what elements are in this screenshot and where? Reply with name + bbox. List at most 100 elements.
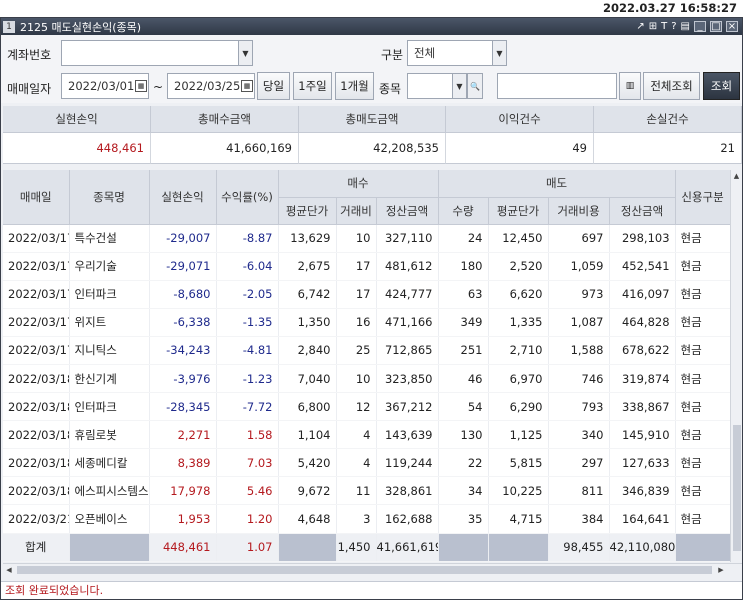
one-month-button[interactable]: 1개월 xyxy=(335,72,374,100)
cell-date: 2022/03/17 xyxy=(3,308,70,337)
calendar-icon-to[interactable]: ▦ xyxy=(241,80,253,92)
cell-buy-avg: 9,672 xyxy=(278,476,337,506)
gubun-select[interactable]: 전체 xyxy=(407,40,493,66)
title-bar[interactable]: 1 2125 매도실현손익(종목) ↗ ⊞ T ? ▤ _ □ × xyxy=(1,18,742,35)
summary-total-sell: 42,208,535 xyxy=(299,133,446,164)
col-header-rate[interactable]: 수익률(%) xyxy=(216,170,279,225)
cell-buy-amount: 328,861 xyxy=(376,476,439,506)
pin-icon[interactable]: ↗ xyxy=(636,21,644,32)
cell-buy-avg: 6,800 xyxy=(278,392,337,422)
stock-name-input[interactable] xyxy=(497,73,617,99)
col-header-pnl[interactable]: 실현손익 xyxy=(149,170,217,225)
cell-sell-amount: 127,633 xyxy=(609,448,676,478)
total-empty-cell xyxy=(278,532,337,562)
account-dropdown-arrow[interactable]: ▼ xyxy=(239,40,253,66)
horizontal-scroll-thumb[interactable] xyxy=(17,566,712,574)
one-week-button[interactable]: 1주일 xyxy=(293,72,332,100)
cell-sell-avg: 1,335 xyxy=(488,308,549,337)
col-header-date[interactable]: 매매일 xyxy=(3,170,70,225)
date-label: 매매일자 xyxy=(7,82,52,96)
cell-buy-amount: 712,865 xyxy=(376,336,439,365)
menu-icon[interactable]: ▤ xyxy=(681,21,690,32)
stock-code-input[interactable] xyxy=(407,73,453,99)
col-header-sell-fee[interactable]: 거래비용 xyxy=(548,197,610,225)
search-button[interactable]: 조회 xyxy=(703,72,740,100)
chart-icon[interactable]: ▥ xyxy=(619,72,641,100)
scroll-up-icon[interactable]: ▲ xyxy=(731,170,742,182)
total-sell-amount: 42,110,080 xyxy=(609,532,676,562)
cell-sell-fee: 297 xyxy=(548,448,610,478)
gubun-dropdown-arrow[interactable]: ▼ xyxy=(493,40,507,66)
cell-credit: 현금 xyxy=(675,448,730,478)
table-row[interactable]: 2022/03/17 인터파크 -8,680 -2.05 6,742 17 424,777 6… xyxy=(3,280,730,309)
cell-credit: 현금 xyxy=(675,420,730,450)
text-icon[interactable]: T xyxy=(661,21,667,32)
cell-sell-avg: 2,520 xyxy=(488,252,549,281)
total-buy-fee: 1,450 xyxy=(336,532,377,562)
cell-sell-fee: 697 xyxy=(548,224,610,253)
table-row[interactable]: 2022/03/17 위지트 -6,338 -1.35 1,350 16 471,166 34… xyxy=(3,308,730,337)
horizontal-scrollbar[interactable]: ◀ ▶ xyxy=(3,563,742,575)
cell-name: 세종메디칼 xyxy=(69,448,150,478)
table-row[interactable]: 2022/03/17 지니틱스 -34,243 -4.81 2,840 25 712,865… xyxy=(3,336,730,365)
stock-dropdown-arrow[interactable]: ▼ xyxy=(453,73,467,99)
col-group-buy: 매수 xyxy=(278,170,439,198)
search-icon[interactable]: 🔍 xyxy=(467,73,483,99)
calendar-icon-from[interactable]: ▦ xyxy=(135,80,147,92)
cell-credit: 현금 xyxy=(675,252,730,281)
summary-table: 실현손익 총매수금액 총매도금액 이익건수 손실건수 448,461 41,66… xyxy=(3,106,742,166)
cell-buy-fee: 17 xyxy=(336,280,377,309)
col-header-buy-avg[interactable]: 평균단가 xyxy=(278,197,337,225)
scroll-right-icon[interactable]: ▶ xyxy=(715,564,727,576)
cell-sell-fee: 811 xyxy=(548,476,610,506)
maximize-icon[interactable]: □ xyxy=(710,21,722,32)
cell-rate: 1.58 xyxy=(216,420,279,450)
vertical-scrollbar[interactable]: ▲ xyxy=(730,170,742,562)
table-row[interactable]: 2022/03/18 인터파크 -28,345 -7.72 6,800 12 367,212… xyxy=(3,392,730,422)
title-controls: ↗ ⊞ T ? ▤ _ □ × xyxy=(636,21,742,32)
today-button[interactable]: 당일 xyxy=(257,72,290,100)
scroll-left-icon[interactable]: ◀ xyxy=(3,564,15,576)
cell-date: 2022/03/18 xyxy=(3,392,70,422)
cell-date: 2022/03/21 xyxy=(3,504,70,534)
table-row[interactable]: 2022/03/18 세종메디칼 8,389 7.03 5,420 4 119,244 22 5… xyxy=(3,448,730,478)
col-header-sell-qty[interactable]: 수량 xyxy=(438,197,489,225)
cell-name: 인터파크 xyxy=(69,280,150,309)
col-header-buy-fee[interactable]: 거래비 xyxy=(336,197,377,225)
cell-name: 특수건설 xyxy=(69,224,150,253)
minimize-icon[interactable]: _ xyxy=(694,21,706,32)
total-label: 합계 xyxy=(3,532,70,562)
help-icon[interactable]: ? xyxy=(671,21,676,32)
table-row[interactable]: 2022/03/17 우리기술 -29,071 -6.04 2,675 17 481,612… xyxy=(3,252,730,281)
cell-sell-qty: 35 xyxy=(438,504,489,534)
table-row[interactable]: 2022/03/17 특수건설 -29,007 -8.87 13,629 10 327,11… xyxy=(3,224,730,253)
trade-grid[interactable]: 매매일 종목명 실현손익 수익률(%) 매수 매도 신용구분 평균단가 거래비 … xyxy=(3,170,730,562)
cell-buy-fee: 10 xyxy=(336,224,377,253)
layout-icon[interactable]: ⊞ xyxy=(649,21,657,32)
table-row[interactable]: 2022/03/21 오픈베이스 1,953 1.20 4,648 3 162,688 35 4… xyxy=(3,504,730,534)
col-header-sell-avg[interactable]: 평균단가 xyxy=(488,197,549,225)
cell-name: 한신기계 xyxy=(69,364,150,394)
vertical-scroll-thumb[interactable] xyxy=(733,425,741,551)
cell-sell-qty: 130 xyxy=(438,420,489,450)
search-all-button[interactable]: 전체조회 xyxy=(643,72,700,100)
table-row[interactable]: 2022/03/18 에스피시스템스 17,978 5.46 9,672 11 328,86… xyxy=(3,476,730,506)
table-row[interactable]: 2022/03/18 휴림로봇 2,271 1.58 1,104 4 143,639 130 1… xyxy=(3,420,730,450)
table-row[interactable]: 2022/03/18 한신기계 -3,976 -1.23 7,040 10 323,850 4… xyxy=(3,364,730,394)
cell-sell-fee: 1,059 xyxy=(548,252,610,281)
cell-sell-fee: 746 xyxy=(548,364,610,394)
close-icon[interactable]: × xyxy=(726,21,738,32)
cell-buy-avg: 7,040 xyxy=(278,364,337,394)
col-header-credit[interactable]: 신용구분 xyxy=(675,170,730,225)
col-header-sell-amount[interactable]: 정산금액 xyxy=(609,197,676,225)
cell-sell-fee: 340 xyxy=(548,420,610,450)
cell-rate: 1.20 xyxy=(216,504,279,534)
account-input[interactable] xyxy=(61,40,239,66)
cell-buy-fee: 10 xyxy=(336,364,377,394)
col-header-name[interactable]: 종목명 xyxy=(69,170,150,225)
cell-buy-amount: 367,212 xyxy=(376,392,439,422)
col-header-buy-amount[interactable]: 정산금액 xyxy=(376,197,439,225)
cell-credit: 현금 xyxy=(675,504,730,534)
cell-sell-amount: 452,541 xyxy=(609,252,676,281)
window-sell-realized-pnl: 1 2125 매도실현손익(종목) ↗ ⊞ T ? ▤ _ □ × 계좌번호 ▼… xyxy=(0,17,743,600)
